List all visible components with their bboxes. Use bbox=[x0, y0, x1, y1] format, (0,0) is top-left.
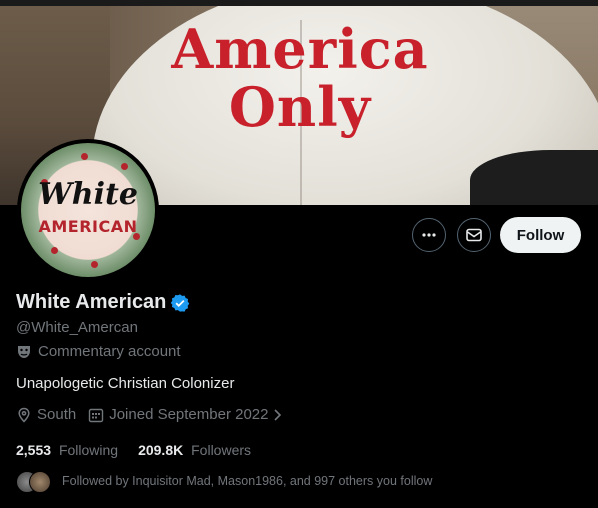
profile-avatar[interactable]: White AMERICAN bbox=[17, 139, 159, 281]
followers-label: Followers bbox=[191, 442, 252, 458]
followers-link[interactable]: 209.8K Followers bbox=[138, 442, 251, 458]
following-label: Following bbox=[58, 442, 119, 458]
profile-name: White American bbox=[16, 291, 167, 313]
following-link[interactable]: 2,553 Following bbox=[16, 442, 118, 458]
profile-location-text: South bbox=[37, 406, 77, 423]
banner-cap-text: America Only bbox=[140, 20, 460, 136]
followed-by-text: Followed by Inquisitor Mad, Mason1986, a… bbox=[62, 474, 433, 488]
banner-top-edge bbox=[0, 0, 598, 6]
chevron-right-icon bbox=[274, 408, 282, 421]
profile-bio: Unapologetic Christian Colonizer bbox=[16, 375, 235, 392]
following-count: 2,553 bbox=[16, 442, 52, 458]
profile-joined-text: Joined September 2022 bbox=[109, 406, 269, 423]
profile-category: Commentary account bbox=[16, 343, 181, 360]
more-horizontal-icon bbox=[422, 233, 436, 237]
banner-cap-line2: Only bbox=[228, 75, 372, 139]
message-button[interactable] bbox=[457, 218, 491, 252]
follow-button[interactable]: Follow bbox=[500, 217, 581, 253]
profile-stats: 2,553 Following 209.8K Followers bbox=[16, 442, 271, 458]
profile-joined[interactable]: Joined September 2022 bbox=[88, 406, 289, 423]
profile-handle: @White_Amercan bbox=[16, 319, 138, 336]
followed-by-row[interactable]: Followed by Inquisitor Mad, Mason1986, a… bbox=[16, 470, 433, 493]
location-pin-icon bbox=[18, 407, 30, 423]
profile-meta: South Joined September 2022 bbox=[16, 406, 301, 423]
profile-name-row: White American bbox=[16, 291, 190, 314]
banner-cap-line1: America bbox=[171, 17, 429, 81]
avatar-text-line1: White bbox=[38, 177, 138, 212]
mutual-avatar bbox=[29, 471, 51, 493]
followed-by-avatars bbox=[16, 470, 52, 493]
more-options-button[interactable] bbox=[412, 218, 446, 252]
avatar-image: White AMERICAN bbox=[21, 143, 155, 277]
followers-count: 209.8K bbox=[138, 442, 184, 458]
profile-location: South bbox=[16, 406, 76, 423]
profile-category-label: Commentary account bbox=[38, 343, 181, 360]
calendar-icon bbox=[89, 408, 104, 422]
avatar-text-line2: AMERICAN bbox=[38, 217, 138, 236]
verified-badge-icon[interactable] bbox=[170, 293, 190, 313]
envelope-icon bbox=[466, 228, 482, 242]
theater-masks-icon bbox=[18, 345, 30, 358]
